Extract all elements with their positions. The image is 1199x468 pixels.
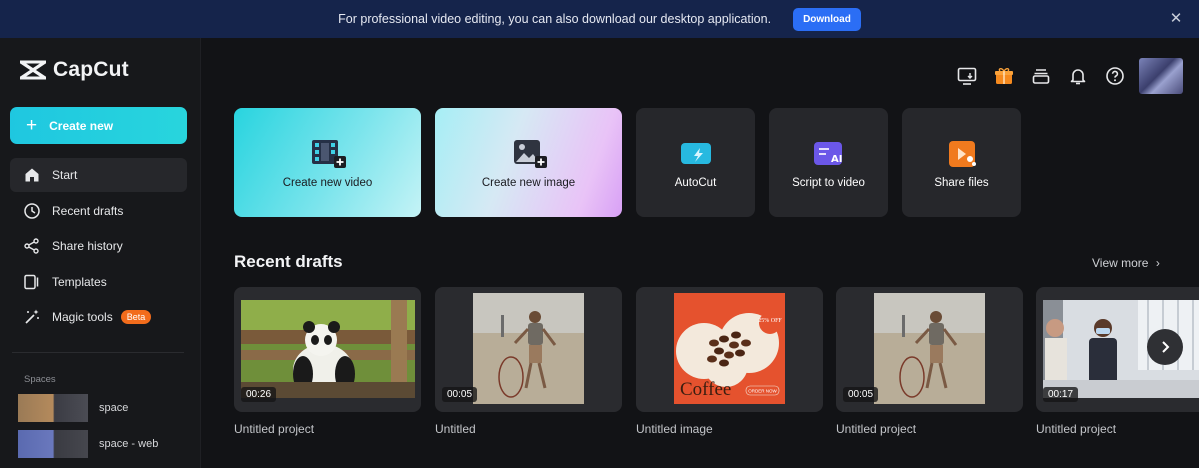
capcut-logo-icon [20, 60, 46, 80]
sidebar-item-recent-drafts[interactable]: Recent drafts [10, 194, 187, 228]
chevron-right-icon [1162, 341, 1170, 353]
help-icon[interactable] [1103, 64, 1127, 88]
video-plus-icon [308, 137, 348, 171]
draft-card[interactable]: 25% OFF Coffee ORDER NOW Untitled image [636, 287, 823, 436]
beta-badge: Beta [120, 310, 152, 325]
sidebar-item-share-history[interactable]: Share history [10, 229, 187, 263]
create-new-label: Create new [49, 118, 114, 133]
duration-badge: 00:05 [442, 387, 478, 402]
download-banner: For professional video editing, you can … [0, 0, 1199, 38]
card-label: Share files [934, 176, 989, 189]
space-item[interactable]: space - web [18, 430, 158, 458]
sidebar-item-start[interactable]: Start [10, 158, 187, 192]
draft-name: Untitled project [234, 422, 315, 436]
card-label: Script to video [792, 176, 865, 189]
sidebar-divider [12, 352, 184, 353]
app-name: CapCut [53, 58, 129, 81]
sidebar-item-magic-tools[interactable]: Magic tools Beta [10, 300, 187, 334]
sidebar-item-label: Share history [52, 239, 123, 254]
draft-thumbnail [874, 293, 985, 404]
recent-drafts-title: Recent drafts [234, 252, 343, 271]
sidebar-item-label: Magic tools [52, 310, 113, 325]
draft-card[interactable]: 00:05 Untitled project [836, 287, 1023, 436]
download-button[interactable]: Download [793, 7, 861, 31]
script-ai-icon: AI [809, 137, 849, 171]
script-to-video-card[interactable]: AI Script to video [769, 108, 888, 217]
space-item[interactable]: space [18, 394, 128, 422]
carousel-next-button[interactable] [1147, 329, 1183, 365]
view-more-link[interactable]: View more › [1092, 256, 1160, 270]
draft-thumbnail-frame: 00:05 [435, 287, 622, 412]
card-label: Create new video [282, 176, 373, 189]
draft-thumbnail-frame: 00:26 [234, 287, 421, 412]
create-new-video-card[interactable]: Create new video [234, 108, 421, 217]
plus-icon: + [26, 115, 38, 136]
duration-badge: 00:26 [241, 387, 277, 402]
draft-thumbnail-frame: 00:05 [836, 287, 1023, 412]
sidebar: CapCut + Create new Start Recent drafts … [0, 38, 201, 468]
inbox-icon[interactable] [1029, 64, 1053, 88]
poster-headline: Coffee [680, 379, 731, 400]
share-files-card[interactable]: Share files [902, 108, 1021, 217]
templates-icon [24, 274, 39, 290]
spaces-title: Spaces [24, 374, 56, 385]
poster-cta: ORDER NOW [748, 389, 777, 394]
duration-badge: 00:05 [843, 387, 879, 402]
space-label: space - web [99, 438, 159, 450]
share-icon [24, 238, 39, 254]
draft-thumbnail-frame: 25% OFF Coffee ORDER NOW [636, 287, 823, 412]
drafts-list: 00:26 Untitled project 00:05 Untitled 25… [234, 287, 1199, 468]
draft-thumbnail [473, 293, 584, 404]
draft-card[interactable]: 00:05 Untitled [435, 287, 622, 436]
sidebar-item-label: Templates [52, 274, 107, 289]
bell-icon[interactable] [1066, 64, 1090, 88]
draft-card[interactable]: 00:26 Untitled project [234, 287, 421, 436]
autocut-icon [676, 137, 716, 171]
create-new-image-card[interactable]: Create new image [435, 108, 622, 217]
sidebar-nav: Start Recent drafts Share history Templa… [10, 158, 187, 336]
draft-name: Untitled [435, 422, 476, 436]
create-new-button[interactable]: + Create new [10, 107, 187, 144]
draft-thumbnail: 25% OFF Coffee ORDER NOW [674, 293, 785, 404]
topbar [942, 58, 1183, 94]
banner-text: For professional video editing, you can … [338, 12, 772, 26]
share-files-icon [942, 137, 982, 171]
svg-text:AI: AI [831, 154, 842, 165]
logo[interactable]: CapCut [19, 58, 129, 82]
draft-name: Untitled image [636, 422, 713, 436]
sidebar-item-label: Recent drafts [52, 203, 124, 218]
view-more-label: View more [1092, 256, 1149, 270]
clock-icon [24, 202, 40, 219]
card-label: AutoCut [674, 176, 717, 189]
draft-name: Untitled project [1036, 422, 1117, 436]
draft-thumbnail [241, 300, 415, 398]
space-avatar [18, 430, 88, 458]
autocut-card[interactable]: AutoCut [636, 108, 755, 217]
desktop-download-icon[interactable] [955, 64, 979, 88]
gift-icon[interactable] [992, 64, 1016, 88]
duration-badge: 00:17 [1043, 387, 1079, 402]
poster-discount: 25% OFF [758, 318, 782, 324]
card-label: Create new image [481, 176, 576, 189]
sidebar-item-label: Start [52, 168, 78, 182]
home-icon [25, 168, 39, 182]
sidebar-item-templates[interactable]: Templates [10, 265, 187, 299]
draft-name: Untitled project [836, 422, 917, 436]
space-avatar [18, 394, 88, 422]
image-plus-icon [509, 137, 549, 171]
magic-wand-icon [25, 309, 39, 324]
space-label: space [99, 402, 129, 414]
avatar[interactable] [1139, 58, 1183, 94]
chevron-right-icon: › [1155, 256, 1160, 270]
close-icon[interactable]: ✕ [1167, 10, 1185, 28]
